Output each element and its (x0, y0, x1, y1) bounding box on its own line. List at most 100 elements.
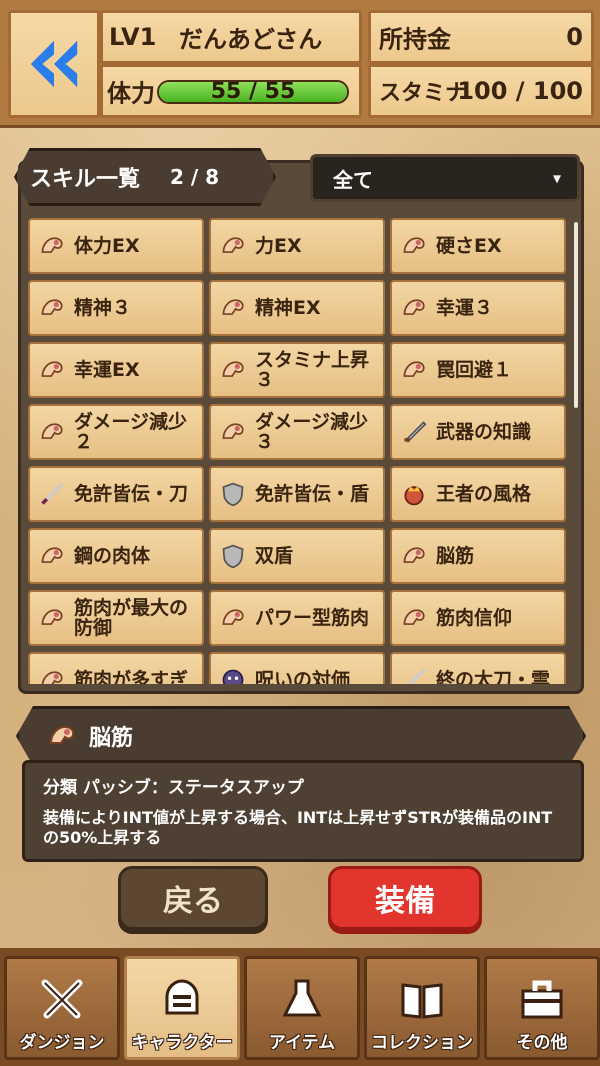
skill-item-label: 鋼の肉体 (74, 545, 151, 567)
tab-label: ダンジョン (19, 1033, 105, 1053)
muscle-arm-icon (400, 542, 428, 570)
tab-other[interactable]: その他 (484, 956, 600, 1060)
skill-item[interactable]: 精神３ (28, 280, 204, 336)
back-arrow-button[interactable] (8, 10, 100, 118)
skill-item[interactable]: 武器の知識 (390, 404, 566, 460)
skill-list-title-row: スキル一覧 2 / 8 (20, 152, 270, 202)
crown-icon (400, 480, 428, 508)
flask-icon (282, 979, 322, 1017)
skill-item-label: 免許皆伝・刀 (74, 483, 189, 505)
status-header: LV1 だんあどさん 体力 55 / 55 所持金 0 スタミナ 100 / 1… (0, 0, 600, 128)
tab-label: その他 (516, 1033, 568, 1053)
skill-item-label: 筋肉が最大の防御 (74, 597, 189, 639)
muscle-arm-icon (400, 294, 428, 322)
skill-item-label: 力EX (255, 235, 302, 257)
skill-item-label: 体力EX (74, 235, 140, 257)
skill-item[interactable]: 筋肉信仰 (390, 590, 566, 646)
shield-icon (219, 480, 247, 508)
skill-item[interactable]: 力EX (209, 218, 385, 274)
skill-item[interactable]: ダメージ減少３ (209, 404, 385, 460)
katana-icon (400, 666, 428, 684)
muscle-arm-icon (219, 232, 247, 260)
toolbox-icon (521, 980, 563, 1019)
skill-item[interactable]: ダメージ減少２ (28, 404, 204, 460)
skill-item-label: 双盾 (255, 545, 294, 567)
skill-item-label: 罠回避１ (436, 359, 513, 381)
skill-item-label: 精神３ (74, 297, 132, 319)
muscle-arm-icon (38, 604, 66, 632)
muscle-arm-icon (38, 356, 66, 384)
skill-item-label: 幸運EX (74, 359, 140, 381)
muscle-arm-icon (38, 418, 66, 446)
muscle-arm-icon (38, 666, 66, 684)
skill-detail-header: 脳筋 (16, 706, 586, 766)
skill-item-label: スタミナ上昇３ (255, 349, 370, 391)
equip-button[interactable]: 装備 (328, 866, 482, 930)
skill-item[interactable]: 脳筋 (390, 528, 566, 584)
muscle-arm-icon (47, 721, 77, 751)
skill-item[interactable]: 呪いの対価 (209, 652, 385, 684)
skill-item-label: 武器の知識 (436, 421, 532, 443)
skill-grid[interactable]: 体力EX 力EX 硬さEX 精神３ 精神EX 幸運３ 幸運EX スタミナ上昇３ 罠回避１ ダメージ… (28, 218, 574, 684)
skill-item[interactable]: 筋肉が多すぎ (28, 652, 204, 684)
level-name-panel: LV1 だんあどさん (100, 10, 362, 64)
skill-filter-dropdown[interactable]: 全て ▾ (310, 154, 580, 202)
tab-dungeon[interactable]: ダンジョン (4, 956, 120, 1060)
skill-item[interactable]: 筋肉が最大の防御 (28, 590, 204, 646)
skill-item[interactable]: 硬さEX (390, 218, 566, 274)
skill-item-label: ダメージ減少２ (74, 411, 188, 453)
skill-item[interactable]: 幸運３ (390, 280, 566, 336)
katana-icon (38, 480, 66, 508)
skill-item[interactable]: 終の太刀・雲 (390, 652, 566, 684)
skill-item[interactable]: 王者の風格 (390, 466, 566, 522)
tab-label: コレクション (371, 1033, 473, 1053)
stamina-panel: スタミナ 100 / 100 (368, 64, 594, 118)
skill-item[interactable]: スタミナ上昇３ (209, 342, 385, 398)
level-text: LV1 (109, 23, 157, 51)
skill-item-label: 硬さEX (436, 235, 502, 257)
skill-item-label: 筋肉信仰 (436, 607, 513, 629)
skill-list-scrollbar[interactable] (574, 222, 578, 408)
tab-item[interactable]: アイテム (244, 956, 360, 1060)
skill-detail-name: 脳筋 (89, 726, 134, 751)
hp-value: 55 / 55 (210, 80, 296, 104)
muscle-arm-icon (219, 418, 247, 446)
tab-label: キャラクター (131, 1033, 233, 1053)
stamina-value: 100 / 100 (457, 77, 583, 105)
skill-item-label: 王者の風格 (436, 483, 532, 505)
double-chevron-left-icon (30, 40, 78, 88)
tab-character[interactable]: キャラクター (124, 956, 240, 1060)
muscle-arm-icon (400, 232, 428, 260)
skill-item[interactable]: 幸運EX (28, 342, 204, 398)
skill-item-label: 免許皆伝・盾 (255, 483, 370, 505)
tab-collection[interactable]: コレクション (364, 956, 480, 1060)
skill-item[interactable]: 鋼の肉体 (28, 528, 204, 584)
muscle-arm-icon (38, 294, 66, 322)
back-button[interactable]: 戻る (118, 866, 268, 930)
gold-value: 0 (566, 23, 583, 51)
skill-item-label: 終の太刀・雲 (436, 669, 551, 684)
muscle-arm-icon (219, 604, 247, 632)
skill-item[interactable]: 体力EX (28, 218, 204, 274)
skill-detail-category: 分類 パッシブ：ステータスアップ (43, 778, 304, 798)
muscle-arm-icon (219, 356, 247, 384)
skill-item[interactable]: 免許皆伝・刀 (28, 466, 204, 522)
player-name: だんあどさん (179, 25, 323, 54)
curse-icon (219, 666, 247, 684)
skill-item-label: 精神EX (255, 297, 321, 319)
skill-item-label: 呪いの対価 (255, 669, 351, 684)
skill-item[interactable]: 精神EX (209, 280, 385, 336)
skill-item[interactable]: 免許皆伝・盾 (209, 466, 385, 522)
skill-filter-value: 全て (333, 167, 373, 192)
skill-detail-body: 分類 パッシブ：ステータスアップ 装備によりINT値が上昇する場合、INTは上昇… (22, 760, 584, 862)
skill-item[interactable]: 罠回避１ (390, 342, 566, 398)
skill-detail-description: 装備によりINT値が上昇する場合、INTは上昇せずSTRが装備品のINTの50%… (43, 808, 553, 847)
skill-item[interactable]: 双盾 (209, 528, 385, 584)
bottom-nav: ダンジョン キャラクター アイテム コレクション その他 (0, 948, 600, 1066)
hp-bar: 55 / 55 (157, 80, 349, 104)
skill-item[interactable]: パワー型筋肉 (209, 590, 385, 646)
stamina-label: スタミナ (379, 81, 468, 106)
skill-list-count: 2 / 8 (170, 165, 220, 189)
muscle-arm-icon (219, 294, 247, 322)
muscle-arm-icon (400, 356, 428, 384)
